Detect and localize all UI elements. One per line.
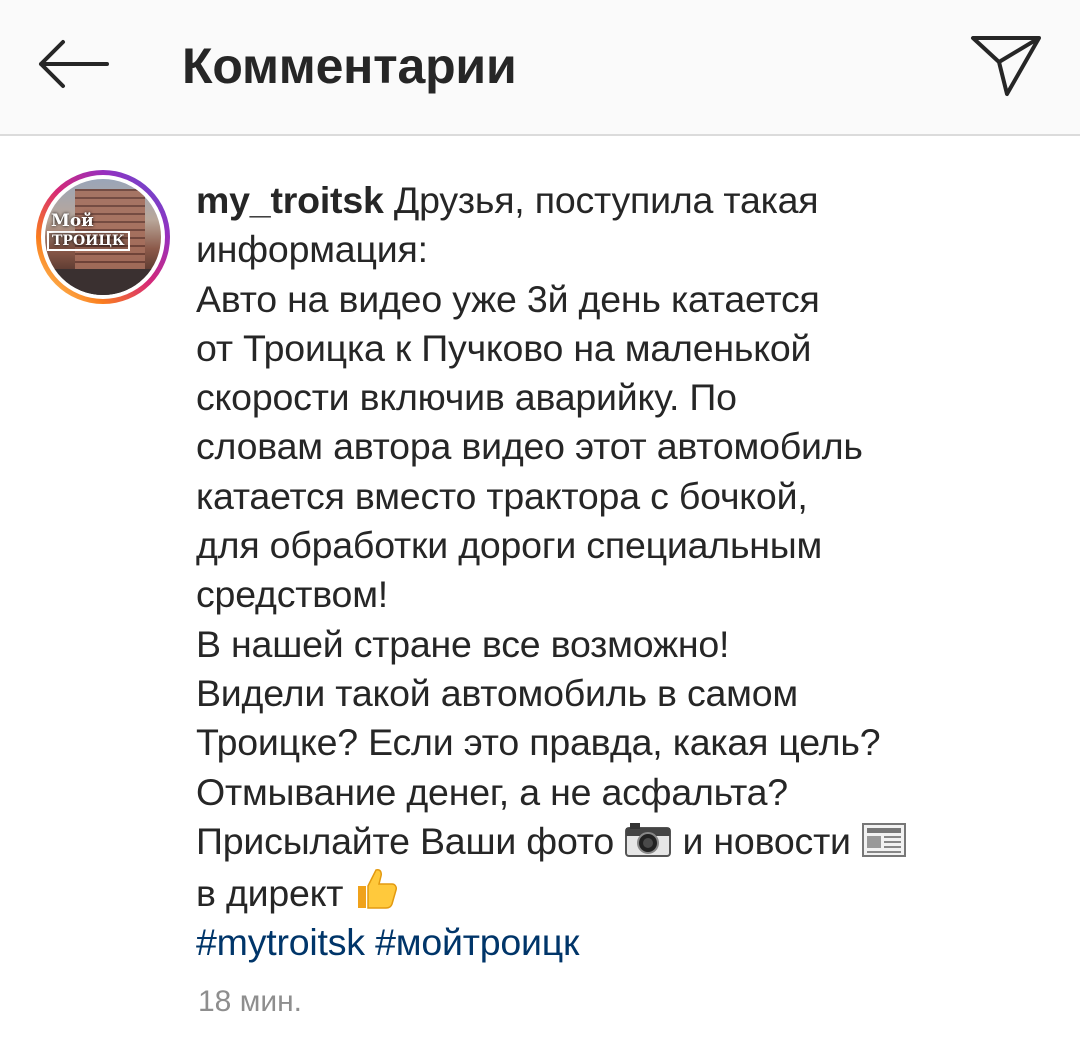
comment-text-line: Троицке? Если это правда, какая цель? [196, 721, 881, 764]
comment-username[interactable]: my_troitsk [196, 179, 384, 221]
thumbs-up-icon [357, 869, 397, 909]
paper-plane-icon [971, 36, 1041, 96]
top-bar: Комментарии [0, 0, 1080, 136]
share-button[interactable] [960, 24, 1052, 106]
comment-text-line: Друзья, поступила такая [393, 179, 819, 221]
comment-text-line: словам автора видео этот автомобиль [196, 425, 863, 468]
comment-text-line: и новости [682, 819, 851, 862]
comment-text-line: Присылайте Ваши фото [196, 819, 614, 862]
comment-text-line: Авто на видео уже 3й день катается [196, 277, 820, 320]
comment-text-line: В нашей стране все возможно! [196, 622, 730, 665]
back-button[interactable] [28, 22, 118, 106]
avatar[interactable]: Мой ТРОИЦК [36, 170, 170, 304]
comment-text-line: скорости включив аварийку. По [196, 376, 737, 419]
comment-text-line: для обработки дороги специальным [196, 524, 823, 567]
comment-text-line: информация: [196, 228, 428, 271]
comment-text-line: от Троицка к Пучково на маленькой [196, 326, 812, 369]
comment-timestamp: 18 мин. [198, 985, 302, 1018]
newspaper-icon [862, 822, 907, 857]
arrow-left-icon [39, 40, 109, 88]
camera-icon [625, 822, 672, 857]
comment-text-line: Отмывание денег, а не асфальта? [196, 770, 788, 813]
comment-text: my_troitsk Друзья, поступила такая инфор… [196, 176, 1056, 968]
comment-text-line: в директ [196, 872, 344, 915]
avatar-logo-subtext: ТРОИЦК [47, 231, 130, 251]
page-title: Комментарии [182, 38, 517, 94]
comment-item: Мой ТРОИЦК my_troitsk Друзья, поступила … [0, 136, 1080, 1056]
comment-text-line: катается вместо трактора с бочкой, [196, 474, 808, 517]
comment-text-line: Видели такой автомобиль в самом [196, 671, 798, 714]
hashtag-link[interactable]: #mytroitsk [196, 921, 365, 963]
avatar-logo-text: Мой [51, 211, 94, 231]
comment-text-line: средством! [196, 573, 389, 616]
hashtag-link[interactable]: #мойтроицк [375, 921, 579, 963]
